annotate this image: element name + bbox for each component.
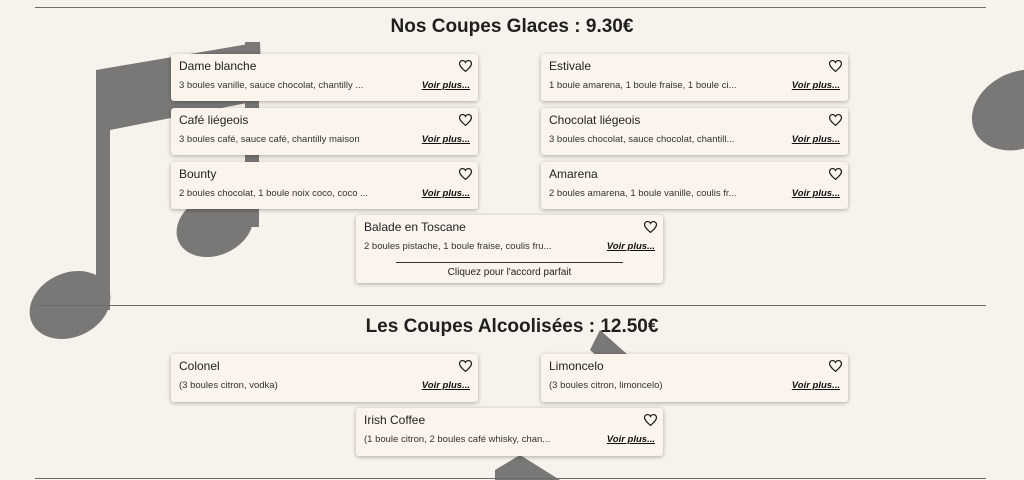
item-name: Amarena xyxy=(549,167,598,181)
item-name: Limoncelo xyxy=(549,359,604,373)
menu-card[interactable]: Chocolat liégeois 3 boules chocolat, sau… xyxy=(541,108,848,155)
see-more-link[interactable]: Voir plus... xyxy=(792,80,840,91)
item-name: Balade en Toscane xyxy=(364,220,466,234)
heart-icon[interactable] xyxy=(459,360,472,372)
item-name: Café liégeois xyxy=(179,113,249,127)
item-description: (1 boule citron, 2 boules café whisky, c… xyxy=(364,434,551,445)
see-more-link[interactable]: Voir plus... xyxy=(422,380,470,391)
item-name: Colonel xyxy=(179,359,220,373)
item-name: Chocolat liégeois xyxy=(549,113,641,127)
see-more-link[interactable]: Voir plus... xyxy=(792,134,840,145)
item-name: Irish Coffee xyxy=(364,413,426,427)
menu-card[interactable]: Amarena 2 boules amarena, 1 boule vanill… xyxy=(541,162,848,209)
heart-icon[interactable] xyxy=(829,60,842,72)
pairing-link[interactable]: Cliquez pour l'accord parfait xyxy=(356,267,663,278)
item-description: 2 boules chocolat, 1 boule noix coco, co… xyxy=(179,188,369,199)
bottom-divider xyxy=(35,478,986,479)
top-divider xyxy=(35,7,986,8)
section-title-alcoolisees: Les Coupes Alcoolisées : 12.50€ xyxy=(365,316,659,337)
heart-icon[interactable] xyxy=(459,168,472,180)
section-title-glaces: Nos Coupes Glaces : 9.30€ xyxy=(390,16,634,37)
menu-card[interactable]: Balade en Toscane 2 boules pistache, 1 b… xyxy=(356,215,663,283)
heart-icon[interactable] xyxy=(829,168,842,180)
item-description: 3 boules café, sauce café, chantilly mai… xyxy=(179,134,360,145)
menu-card[interactable]: Dame blanche 3 boules vanille, sauce cho… xyxy=(171,54,478,101)
see-more-link[interactable]: Voir plus... xyxy=(422,134,470,145)
heart-icon[interactable] xyxy=(829,360,842,372)
see-more-link[interactable]: Voir plus... xyxy=(422,188,470,199)
menu-card[interactable]: Limoncelo (3 boules citron, limoncelo) V… xyxy=(541,354,848,402)
menu-card[interactable]: Café liégeois 3 boules café, sauce café,… xyxy=(171,108,478,155)
heart-icon[interactable] xyxy=(644,414,657,426)
menu-card[interactable]: Irish Coffee (1 boule citron, 2 boules c… xyxy=(356,408,663,456)
item-description: 1 boule amarena, 1 boule fraise, 1 boule… xyxy=(549,80,737,91)
menu-card[interactable]: Estivale 1 boule amarena, 1 boule fraise… xyxy=(541,54,848,101)
item-description: 3 boules chocolat, sauce chocolat, chant… xyxy=(549,134,735,145)
see-more-link[interactable]: Voir plus... xyxy=(792,380,840,391)
menu-card[interactable]: Colonel (3 boules citron, vodka) Voir pl… xyxy=(171,354,478,402)
see-more-link[interactable]: Voir plus... xyxy=(792,188,840,199)
item-description: 2 boules pistache, 1 boule fraise, couli… xyxy=(364,241,552,252)
item-name: Dame blanche xyxy=(179,59,257,73)
section-divider xyxy=(35,305,986,306)
heart-icon[interactable] xyxy=(644,221,657,233)
item-description: (3 boules citron, vodka) xyxy=(179,380,278,391)
item-name: Estivale xyxy=(549,59,592,73)
card-divider xyxy=(396,262,623,263)
item-name: Bounty xyxy=(179,167,217,181)
heart-icon[interactable] xyxy=(829,114,842,126)
item-description: (3 boules citron, limoncelo) xyxy=(549,380,663,391)
heart-icon[interactable] xyxy=(459,60,472,72)
see-more-link[interactable]: Voir plus... xyxy=(607,434,655,445)
item-description: 3 boules vanille, sauce chocolat, chanti… xyxy=(179,80,364,91)
menu-card[interactable]: Bounty 2 boules chocolat, 1 boule noix c… xyxy=(171,162,478,209)
see-more-link[interactable]: Voir plus... xyxy=(422,80,470,91)
see-more-link[interactable]: Voir plus... xyxy=(607,241,655,252)
heart-icon[interactable] xyxy=(459,114,472,126)
item-description: 2 boules amarena, 1 boule vanille, couli… xyxy=(549,188,737,199)
